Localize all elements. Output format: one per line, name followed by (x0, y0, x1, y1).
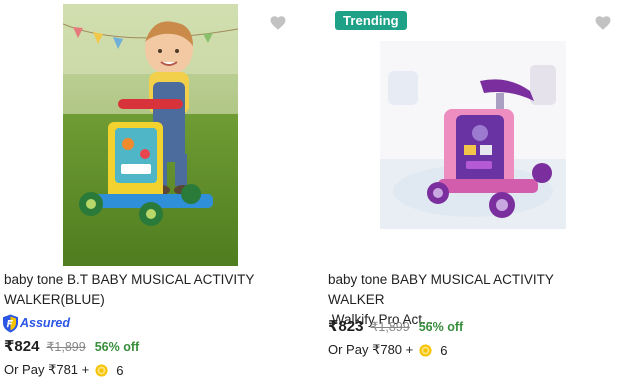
assured-badge: Assured (2, 313, 70, 333)
product-title-line[interactable]: WALKER(BLUE) (4, 290, 284, 310)
product-title-line[interactable]: baby tone B.T BABY MUSICAL ACTIVITY (4, 270, 284, 290)
original-price: ₹1,899 (46, 340, 86, 354)
supercoin-icon (419, 343, 432, 357)
supercoin-icon (95, 363, 108, 377)
coin-offer: Or Pay ₹780 + 6 (328, 342, 447, 358)
coin-offer-text: Or Pay ₹781 + (4, 362, 90, 377)
trending-badge: Trending (335, 11, 407, 30)
assured-label: Assured (20, 316, 71, 330)
selling-price: ₹824 (4, 338, 40, 355)
heart-icon[interactable] (594, 14, 612, 32)
coin-offer: Or Pay ₹781 + 6 (4, 362, 123, 378)
price-row: ₹824 ₹1,899 56% off (4, 337, 139, 355)
coin-count: 6 (440, 342, 448, 358)
original-price: ₹1,899 (370, 320, 410, 334)
discount-label: 56% off (94, 340, 140, 354)
heart-icon[interactable] (269, 14, 287, 32)
shield-icon (3, 314, 18, 332)
price-row: ₹823 ₹1,899 56% off (328, 317, 463, 335)
product-card[interactable]: Trending baby tone BABY MUSICAL ACTIVITY… (324, 0, 629, 380)
coin-count: 6 (116, 362, 124, 378)
product-card[interactable]: baby tone B.T BABY MUSICAL ACTIVITY WALK… (0, 0, 318, 380)
product-title-line[interactable]: baby tone BABY MUSICAL ACTIVITY WALKER (328, 270, 608, 310)
product-image[interactable] (380, 41, 566, 229)
selling-price: ₹823 (328, 318, 364, 335)
coin-offer-text: Or Pay ₹780 + (328, 342, 414, 357)
product-image[interactable] (62, 4, 239, 266)
discount-label: 56% off (418, 320, 464, 334)
product-title[interactable]: baby tone B.T BABY MUSICAL ACTIVITY WALK… (4, 270, 284, 310)
